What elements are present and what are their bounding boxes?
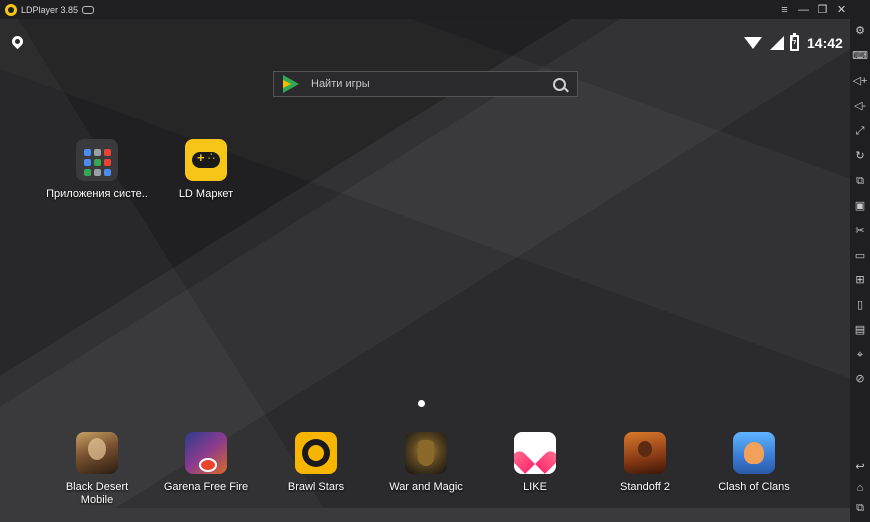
home-icon[interactable]: ⌂ (853, 481, 867, 495)
shake-icon[interactable]: ▯ (853, 298, 867, 312)
app-ld-market[interactable]: LD Маркет (151, 139, 261, 201)
settings-icon[interactable]: ⚙ (853, 24, 867, 38)
war-and-magic-icon (405, 432, 447, 474)
app-label: Brawl Stars (287, 481, 345, 493)
app-like[interactable]: LIKE (480, 432, 590, 494)
app-system-apps[interactable]: Приложения систе.. (42, 139, 152, 201)
record-icon[interactable]: ▭ (853, 249, 867, 263)
search-placeholder[interactable]: Найти игры (311, 78, 553, 90)
search-bar[interactable]: Найти игры (273, 71, 578, 97)
ldplayer-logo-icon (5, 3, 17, 16)
app-label: Clash of Clans (718, 481, 790, 493)
back-icon[interactable]: ↩ (853, 460, 867, 474)
volume-down-icon[interactable]: ◁- (853, 99, 867, 113)
clock: 14:42 (807, 35, 843, 51)
search-icon[interactable] (553, 77, 566, 91)
google-play-icon (283, 75, 299, 93)
ld-market-icon (185, 139, 227, 181)
keyboard-icon[interactable]: ⌨ (852, 49, 868, 63)
app-title: LDPlayer 3.85 (21, 4, 79, 15)
scissors-icon[interactable]: ✂ (853, 224, 867, 238)
black-desert-icon (76, 432, 118, 474)
free-fire-icon (185, 432, 227, 474)
signal-icon (770, 36, 784, 50)
gamepad-icon[interactable] (82, 5, 95, 14)
wifi-icon (744, 37, 762, 49)
page-indicator (418, 400, 425, 407)
app-label: Standoff 2 (620, 481, 670, 493)
app-label: LD Маркет (178, 188, 234, 200)
app-free-fire[interactable]: Garena Free Fire (151, 432, 261, 494)
app-black-desert[interactable]: Black Desert Mobile (42, 432, 152, 507)
recents-icon[interactable]: ⧉ (853, 501, 867, 515)
location-icon[interactable]: ⌖ (853, 348, 867, 362)
app-war-and-magic[interactable]: War and Magic (371, 432, 481, 494)
multi-instance-icon[interactable]: ⧉ (853, 174, 867, 188)
android-screen[interactable]: 14:42 Найти игры Приложения систе.. LD М… (0, 19, 850, 508)
app-clash-of-clans[interactable]: Clash of Clans (699, 432, 809, 494)
standoff-icon (624, 432, 666, 474)
app-label: LIKE (523, 481, 547, 493)
right-toolbar: ⚙ ⌨ ◁+ ◁- ⤢ ↻ ⧉ ▣ ✂ ▭ ⊞ ▯ ▤ ⌖ ⊘ ↩ ⌂ ⧉ (850, 0, 870, 522)
brawl-stars-icon (295, 432, 337, 474)
minimize-icon[interactable]: — (794, 0, 813, 19)
app-label: War and Magic (389, 481, 463, 493)
restore-icon[interactable]: ❐ (813, 0, 832, 19)
operation-record-icon[interactable]: ▤ (853, 323, 867, 337)
sync-icon[interactable]: ⊘ (853, 372, 867, 386)
screenshot-icon[interactable]: ▣ (853, 199, 867, 213)
rotate-icon[interactable]: ↻ (853, 149, 867, 163)
system-apps-folder-icon (76, 139, 118, 181)
app-label: Приложения систе.. (46, 188, 148, 200)
apk-install-icon[interactable]: ⊞ (853, 273, 867, 287)
close-icon[interactable]: ✕ (832, 0, 851, 19)
app-label: Black Desert Mobile (65, 481, 129, 506)
app-label: Garena Free Fire (163, 481, 249, 493)
status-bar: 14:42 (0, 19, 850, 51)
battery-icon (790, 33, 799, 51)
app-standoff-2[interactable]: Standoff 2 (590, 432, 700, 494)
menu-icon[interactable]: ≡ (775, 0, 794, 19)
title-bar: LDPlayer 3.85 ≡ — ❐ ✕ « (0, 0, 870, 19)
clash-of-clans-icon (733, 432, 775, 474)
fullscreen-icon[interactable]: ⤢ (853, 124, 867, 138)
volume-up-icon[interactable]: ◁+ (853, 74, 868, 88)
like-icon (514, 432, 556, 474)
bottom-bar (0, 508, 850, 522)
location-pin-icon (9, 33, 26, 50)
app-brawl-stars[interactable]: Brawl Stars (261, 432, 371, 494)
